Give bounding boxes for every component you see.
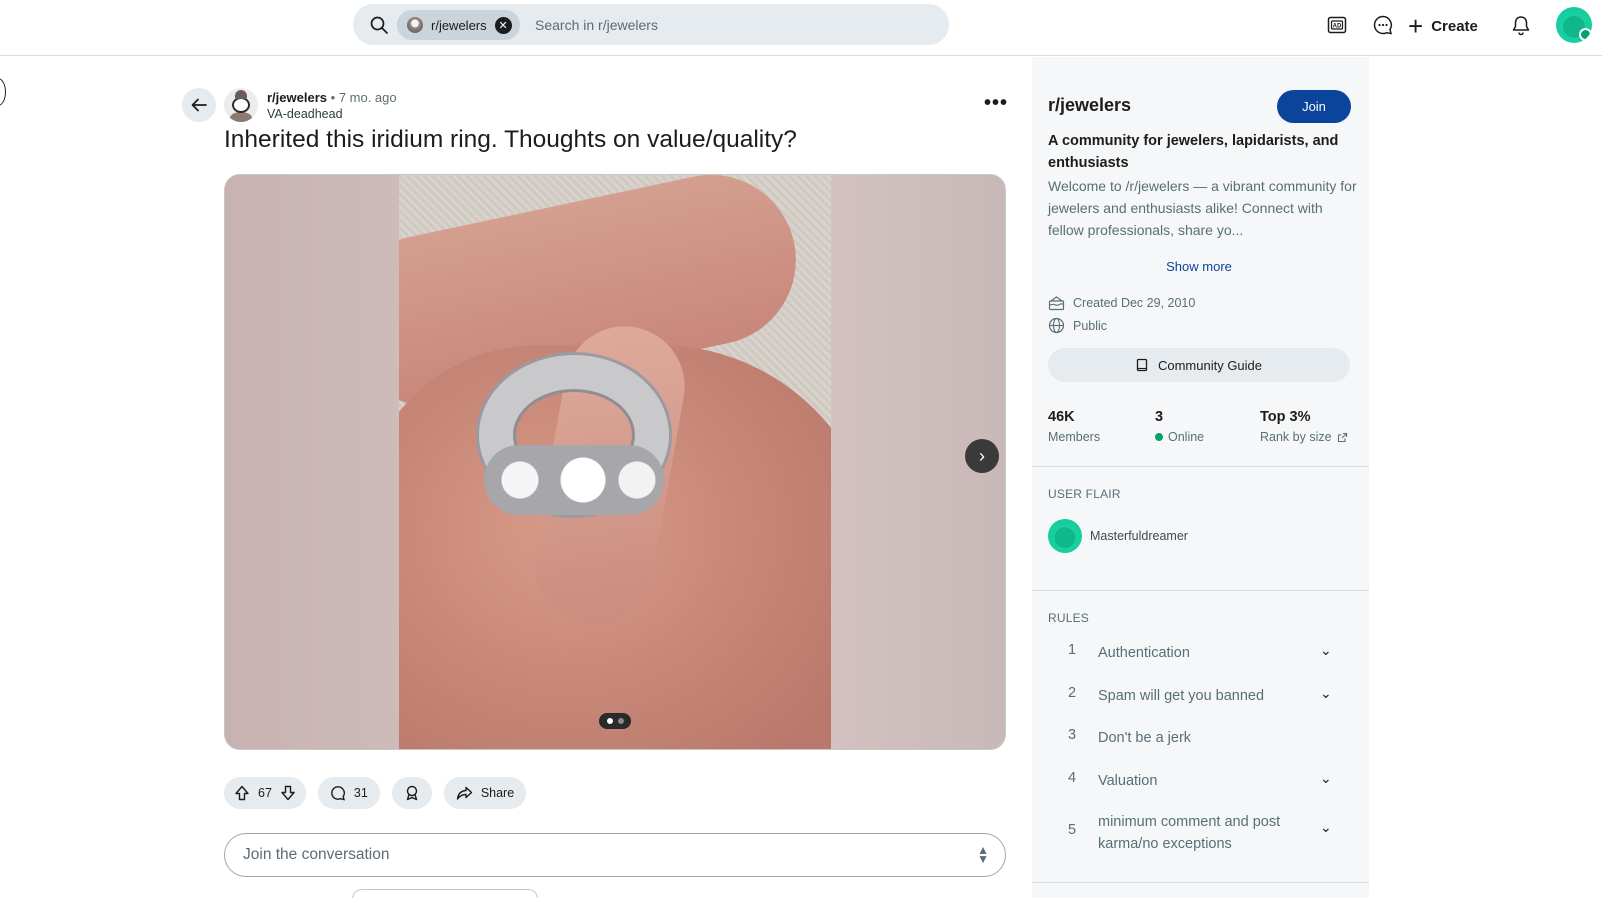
gallery-pagination <box>599 713 631 729</box>
downvote-icon[interactable] <box>280 785 296 801</box>
rule-number: 4 <box>1068 770 1077 786</box>
plus-icon: + <box>1408 11 1424 41</box>
comment-icon <box>331 786 345 801</box>
expand-toggle-icon[interactable]: ▲ ▼ <box>977 844 989 865</box>
post-meta: r/jewelers • 7 mo. ago VA-deadhead <box>267 90 397 122</box>
upvote-icon[interactable] <box>234 785 250 801</box>
community-guide-label: Community Guide <box>1157 357 1263 373</box>
share-icon <box>456 786 473 800</box>
meta-separator: • <box>330 90 336 105</box>
vote-control: 67 <box>224 777 306 809</box>
page-dot <box>617 718 624 724</box>
gallery-next-button[interactable]: › <box>965 439 999 473</box>
community-title: r/jewelers <box>1048 95 1132 115</box>
page-dot <box>606 718 613 724</box>
post-image-gallery[interactable]: › <box>224 174 1006 750</box>
search-icon <box>370 16 388 34</box>
flair-avatar <box>1048 519 1082 553</box>
user-avatar[interactable] <box>1556 7 1592 43</box>
arrow-left-icon <box>191 98 207 112</box>
create-button[interactable]: + Create <box>1408 10 1478 42</box>
rules-heading: RULES <box>1048 611 1090 625</box>
online-indicator-icon <box>1155 433 1163 441</box>
ring-photo <box>399 175 831 749</box>
show-more-button[interactable]: Show more <box>1048 259 1350 274</box>
visibility-row: Public <box>1048 317 1107 334</box>
chevron-right-icon: › <box>979 445 985 466</box>
comments-button[interactable]: 31 <box>317 777 380 809</box>
chat-icon[interactable] <box>1370 12 1396 38</box>
created-date: Created Dec 29, 2010 <box>1073 295 1196 310</box>
community-tagline: A community for jewelers, lapidarists, a… <box>1048 133 1339 171</box>
chevron-down-icon: ⌄ <box>1320 685 1332 701</box>
post-title: Inherited this iridium ring. Thoughts on… <box>224 126 797 153</box>
community-description: Welcome to /r/jewelers — a vibrant commu… <box>1048 178 1357 238</box>
chevron-down-icon: ⌄ <box>1320 819 1332 835</box>
sidebar-divider <box>1032 466 1369 467</box>
sidebar-divider <box>1032 882 1369 883</box>
rule-number: 5 <box>1068 822 1077 838</box>
external-link-icon <box>1337 432 1347 442</box>
left-edge-handle <box>0 78 6 106</box>
created-row: Created Dec 29, 2010 <box>1048 294 1195 311</box>
sidebar-divider <box>1032 590 1369 591</box>
subreddit-avatar[interactable] <box>224 88 258 122</box>
rule-text: minimum comment and post karma/no except… <box>1098 814 1281 852</box>
book-icon <box>1136 358 1148 372</box>
advertise-icon[interactable]: AD <box>1324 12 1350 38</box>
rank-value: Top 3% <box>1260 409 1311 425</box>
globe-icon <box>1048 317 1065 334</box>
chevron-down-icon: ⌄ <box>1320 770 1332 786</box>
share-label: Share <box>480 786 515 800</box>
subreddit-chip-label: r/jewelers <box>431 17 487 33</box>
cake-icon <box>1048 294 1065 311</box>
members-stat: 46K Members <box>1048 409 1100 444</box>
rank-label: Rank by size <box>1260 430 1332 444</box>
share-button[interactable]: Share <box>443 777 527 809</box>
post-author-link[interactable]: VA-deadhead <box>267 106 397 122</box>
members-label: Members <box>1048 430 1101 444</box>
more-options-button[interactable]: ••• <box>984 92 1008 115</box>
close-icon[interactable]: ✕ <box>494 16 512 34</box>
online-count: 3 <box>1155 409 1164 425</box>
online-label: Online <box>1168 430 1205 444</box>
rule-text: Authentication <box>1098 645 1190 661</box>
rule-text: Don't be a jerk <box>1098 730 1192 746</box>
rule-text: Spam will get you banned <box>1098 688 1265 704</box>
comment-count: 31 <box>353 786 368 800</box>
back-button[interactable] <box>182 88 216 122</box>
search-bar[interactable]: r/jewelers ✕ <box>353 4 949 45</box>
post-action-bar: 67 31 Share <box>224 777 527 809</box>
members-count: 46K <box>1048 409 1075 425</box>
create-label: Create <box>1431 17 1478 35</box>
award-icon <box>406 785 418 801</box>
subreddit-chip-avatar <box>407 17 423 33</box>
award-button[interactable] <box>391 777 432 809</box>
community-guide-button[interactable]: Community Guide <box>1048 348 1350 382</box>
search-input[interactable] <box>535 14 915 36</box>
rule-number: 1 <box>1068 642 1077 658</box>
svg-text:AD: AD <box>1333 23 1342 29</box>
notification-icon[interactable] <box>1508 12 1534 38</box>
user-flair-heading: USER FLAIR <box>1048 487 1121 501</box>
flair-username[interactable]: Masterfuldreamer <box>1090 529 1188 543</box>
top-navigation-bar: r/jewelers ✕ AD + Create <box>0 0 1602 56</box>
rank-stat[interactable]: Top 3% Rank by size <box>1260 409 1348 444</box>
rule-text: Valuation <box>1098 773 1158 789</box>
visibility-label: Public <box>1073 318 1108 333</box>
rule-number: 2 <box>1068 685 1077 701</box>
online-stat: 3 Online <box>1155 409 1204 444</box>
comment-placeholder: Join the conversation <box>243 846 390 863</box>
partial-control <box>352 889 538 898</box>
chevron-down-icon: ⌄ <box>1320 642 1332 658</box>
post-subreddit-link[interactable]: r/jewelers <box>267 90 327 105</box>
post-age: 7 mo. ago <box>338 90 397 105</box>
vote-count: 67 <box>258 786 272 800</box>
comment-input[interactable]: Join the conversation ▲ ▼ <box>224 833 1006 877</box>
subreddit-search-chip[interactable]: r/jewelers ✕ <box>397 10 520 40</box>
join-button[interactable]: Join <box>1277 90 1351 123</box>
rule-number: 3 <box>1068 727 1077 743</box>
community-stats: 46K Members 3 Online Top 3% Rank by size <box>1048 409 1358 449</box>
